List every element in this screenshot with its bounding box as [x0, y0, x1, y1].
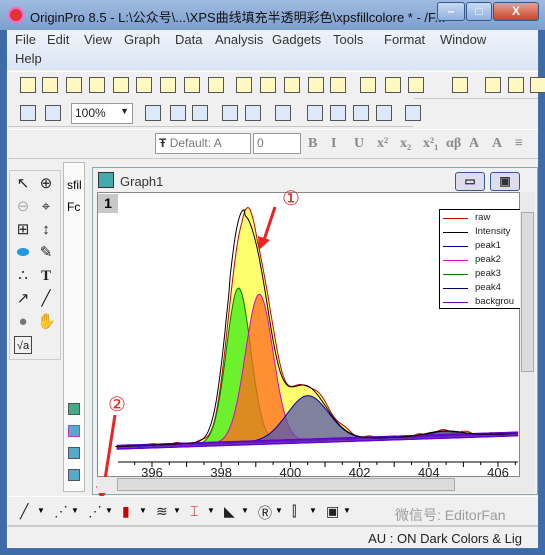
legend-swatch: [443, 232, 468, 233]
column-plot-icon[interactable]: ▮: [122, 503, 130, 520]
stock-plot-icon[interactable]: ⫿: [292, 503, 296, 520]
legend[interactable]: raw Intensity peak1 peak2 peak3 peak4 backgrou: [439, 209, 529, 309]
legend-entry: peak4: [443, 282, 528, 295]
template-plot-icon[interactable]: ▣: [326, 503, 339, 520]
legend-label: peak4: [475, 282, 501, 293]
annotation-marker-2: ②: [108, 394, 126, 416]
legend-swatch: [443, 288, 468, 289]
chevron-down-icon[interactable]: ▼: [309, 506, 317, 515]
chevron-down-icon[interactable]: ▼: [275, 506, 283, 515]
legend-swatch: [443, 218, 468, 219]
watermark: 微信号: EditorFan: [395, 507, 506, 523]
vertical-scrollbar[interactable]: [520, 192, 535, 477]
legend-entry: peak3: [443, 268, 528, 281]
legend-swatch: [443, 274, 468, 275]
horizontal-scrollbar[interactable]: [97, 477, 535, 493]
legend-entry: Intensity: [443, 226, 528, 239]
legend-label: peak1: [475, 240, 501, 251]
polar-plot-icon[interactable]: Ⓡ: [258, 503, 272, 523]
line-symbol-plot-icon[interactable]: ⋰: [88, 503, 102, 520]
chevron-down-icon[interactable]: ▼: [241, 506, 249, 515]
arrow-head-icon: [258, 236, 270, 250]
legend-entry: peak1: [443, 240, 528, 253]
area-plot-icon[interactable]: ◣: [224, 503, 235, 520]
legend-swatch: [443, 260, 468, 261]
scatter-plot-icon[interactable]: ⋰: [54, 503, 68, 520]
annotation-marker-1: ①: [282, 188, 300, 210]
chevron-down-icon[interactable]: ▼: [139, 506, 147, 515]
chevron-down-icon[interactable]: ▼: [173, 506, 181, 515]
chevron-down-icon[interactable]: ▼: [207, 506, 215, 515]
legend-label: backgrou: [475, 296, 515, 307]
chevron-down-icon[interactable]: ▼: [105, 506, 113, 515]
legend-label: Intensity: [475, 226, 511, 237]
status-bar: AU : ON Dark Colors & Lig: [7, 526, 538, 548]
annotation-arrow-1: [261, 206, 277, 244]
legend-entry: backgrou: [443, 296, 528, 308]
legend-entry: peak2: [443, 254, 528, 267]
legend-label: raw: [475, 212, 491, 223]
legend-swatch: [443, 302, 468, 303]
legend-label: peak2: [475, 254, 501, 265]
error-bar-plot-icon[interactable]: ⌶: [190, 503, 198, 520]
multi-curve-plot-icon[interactable]: ≋: [156, 503, 168, 520]
status-text: AU : ON Dark Colors & Lig: [368, 531, 522, 546]
legend-entry: raw: [443, 212, 528, 225]
line-plot-icon[interactable]: ╱: [20, 503, 28, 520]
chevron-down-icon[interactable]: ▼: [71, 506, 79, 515]
legend-swatch: [443, 246, 468, 247]
chevron-down-icon[interactable]: ▼: [343, 506, 351, 515]
legend-label: peak3: [475, 268, 501, 279]
scroll-thumb[interactable]: [117, 478, 455, 491]
chevron-down-icon[interactable]: ▼: [37, 506, 45, 515]
scroll-thumb[interactable]: [521, 212, 534, 372]
